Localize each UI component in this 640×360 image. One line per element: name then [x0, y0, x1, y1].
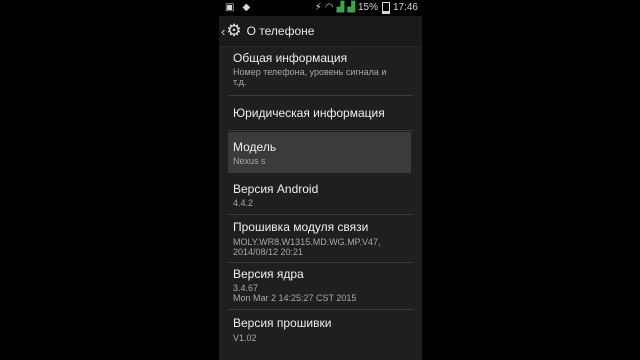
battery-icon — [381, 2, 390, 14]
list-item-model[interactable]: Модель Nexus s — [228, 132, 411, 173]
item-subtitle: т.д. — [233, 77, 247, 87]
item-title: Версия ядра — [233, 267, 304, 281]
item-subtitle: V1.02 — [233, 333, 257, 343]
item-title: Прошивка модуля связи — [233, 220, 369, 234]
list-item-general-info[interactable]: Общая информация Номер телефона, уровень… — [219, 47, 422, 88]
item-subtitle: 2014/08/12 20:21 — [233, 247, 304, 257]
clock: 17:46 — [392, 2, 418, 13]
list-item-build-number[interactable]: Версия прошивки V1.02 — [219, 310, 422, 352]
item-subtitle: Номер телефона, уровень сигнала и — [233, 67, 387, 77]
screenshot-icon: ▣ — [225, 2, 235, 13]
item-subtitle: Nexus s — [233, 156, 266, 166]
item-subtitle: Mon Mar 2 14:25:27 CST 2015 — [233, 293, 357, 303]
status-bar: ▣ ◆ ⚡ ◠ ▟ ▟ 15% 17:46 — [219, 0, 422, 16]
battery-percent: 15% — [357, 2, 378, 13]
item-title: Версия Android — [233, 182, 319, 196]
signal-icon: ▟ — [347, 2, 355, 13]
item-title: Общая информация — [233, 51, 348, 65]
android-icon: ◆ — [242, 2, 251, 13]
list-item-android-version[interactable]: Версия Android 4.4.2 — [219, 177, 422, 213]
item-title: Юридическая информация — [233, 106, 385, 120]
item-title: Версия прошивки — [233, 316, 332, 330]
phone-screen: ▣ ◆ ⚡ ◠ ▟ ▟ 15% 17:46 ‹ ⚙ О телефоне Общ… — [219, 0, 422, 360]
wifi-icon: ◠ — [324, 2, 334, 13]
item-subtitle: 4.4.2 — [233, 198, 254, 208]
page-title: О телефоне — [246, 24, 315, 38]
divider — [228, 130, 413, 131]
list-item-baseband-version[interactable]: Прошивка модуля связи MOLY.WR8.W1315.MD.… — [219, 215, 422, 262]
list-item-legal-info[interactable]: Юридическая информация — [219, 96, 422, 131]
usb-icon: ⚡ — [314, 2, 322, 13]
signal-icon: ▟ — [336, 2, 345, 13]
action-bar: ‹ ⚙ О телефоне — [219, 16, 422, 47]
item-title: Модель — [233, 140, 277, 154]
list-item-kernel-version[interactable]: Версия ядра 3.4.67 Mon Mar 2 14:25:27 CS… — [219, 263, 422, 309]
gear-icon[interactable]: ⚙ — [226, 21, 241, 41]
back-icon[interactable]: ‹ — [221, 24, 225, 39]
